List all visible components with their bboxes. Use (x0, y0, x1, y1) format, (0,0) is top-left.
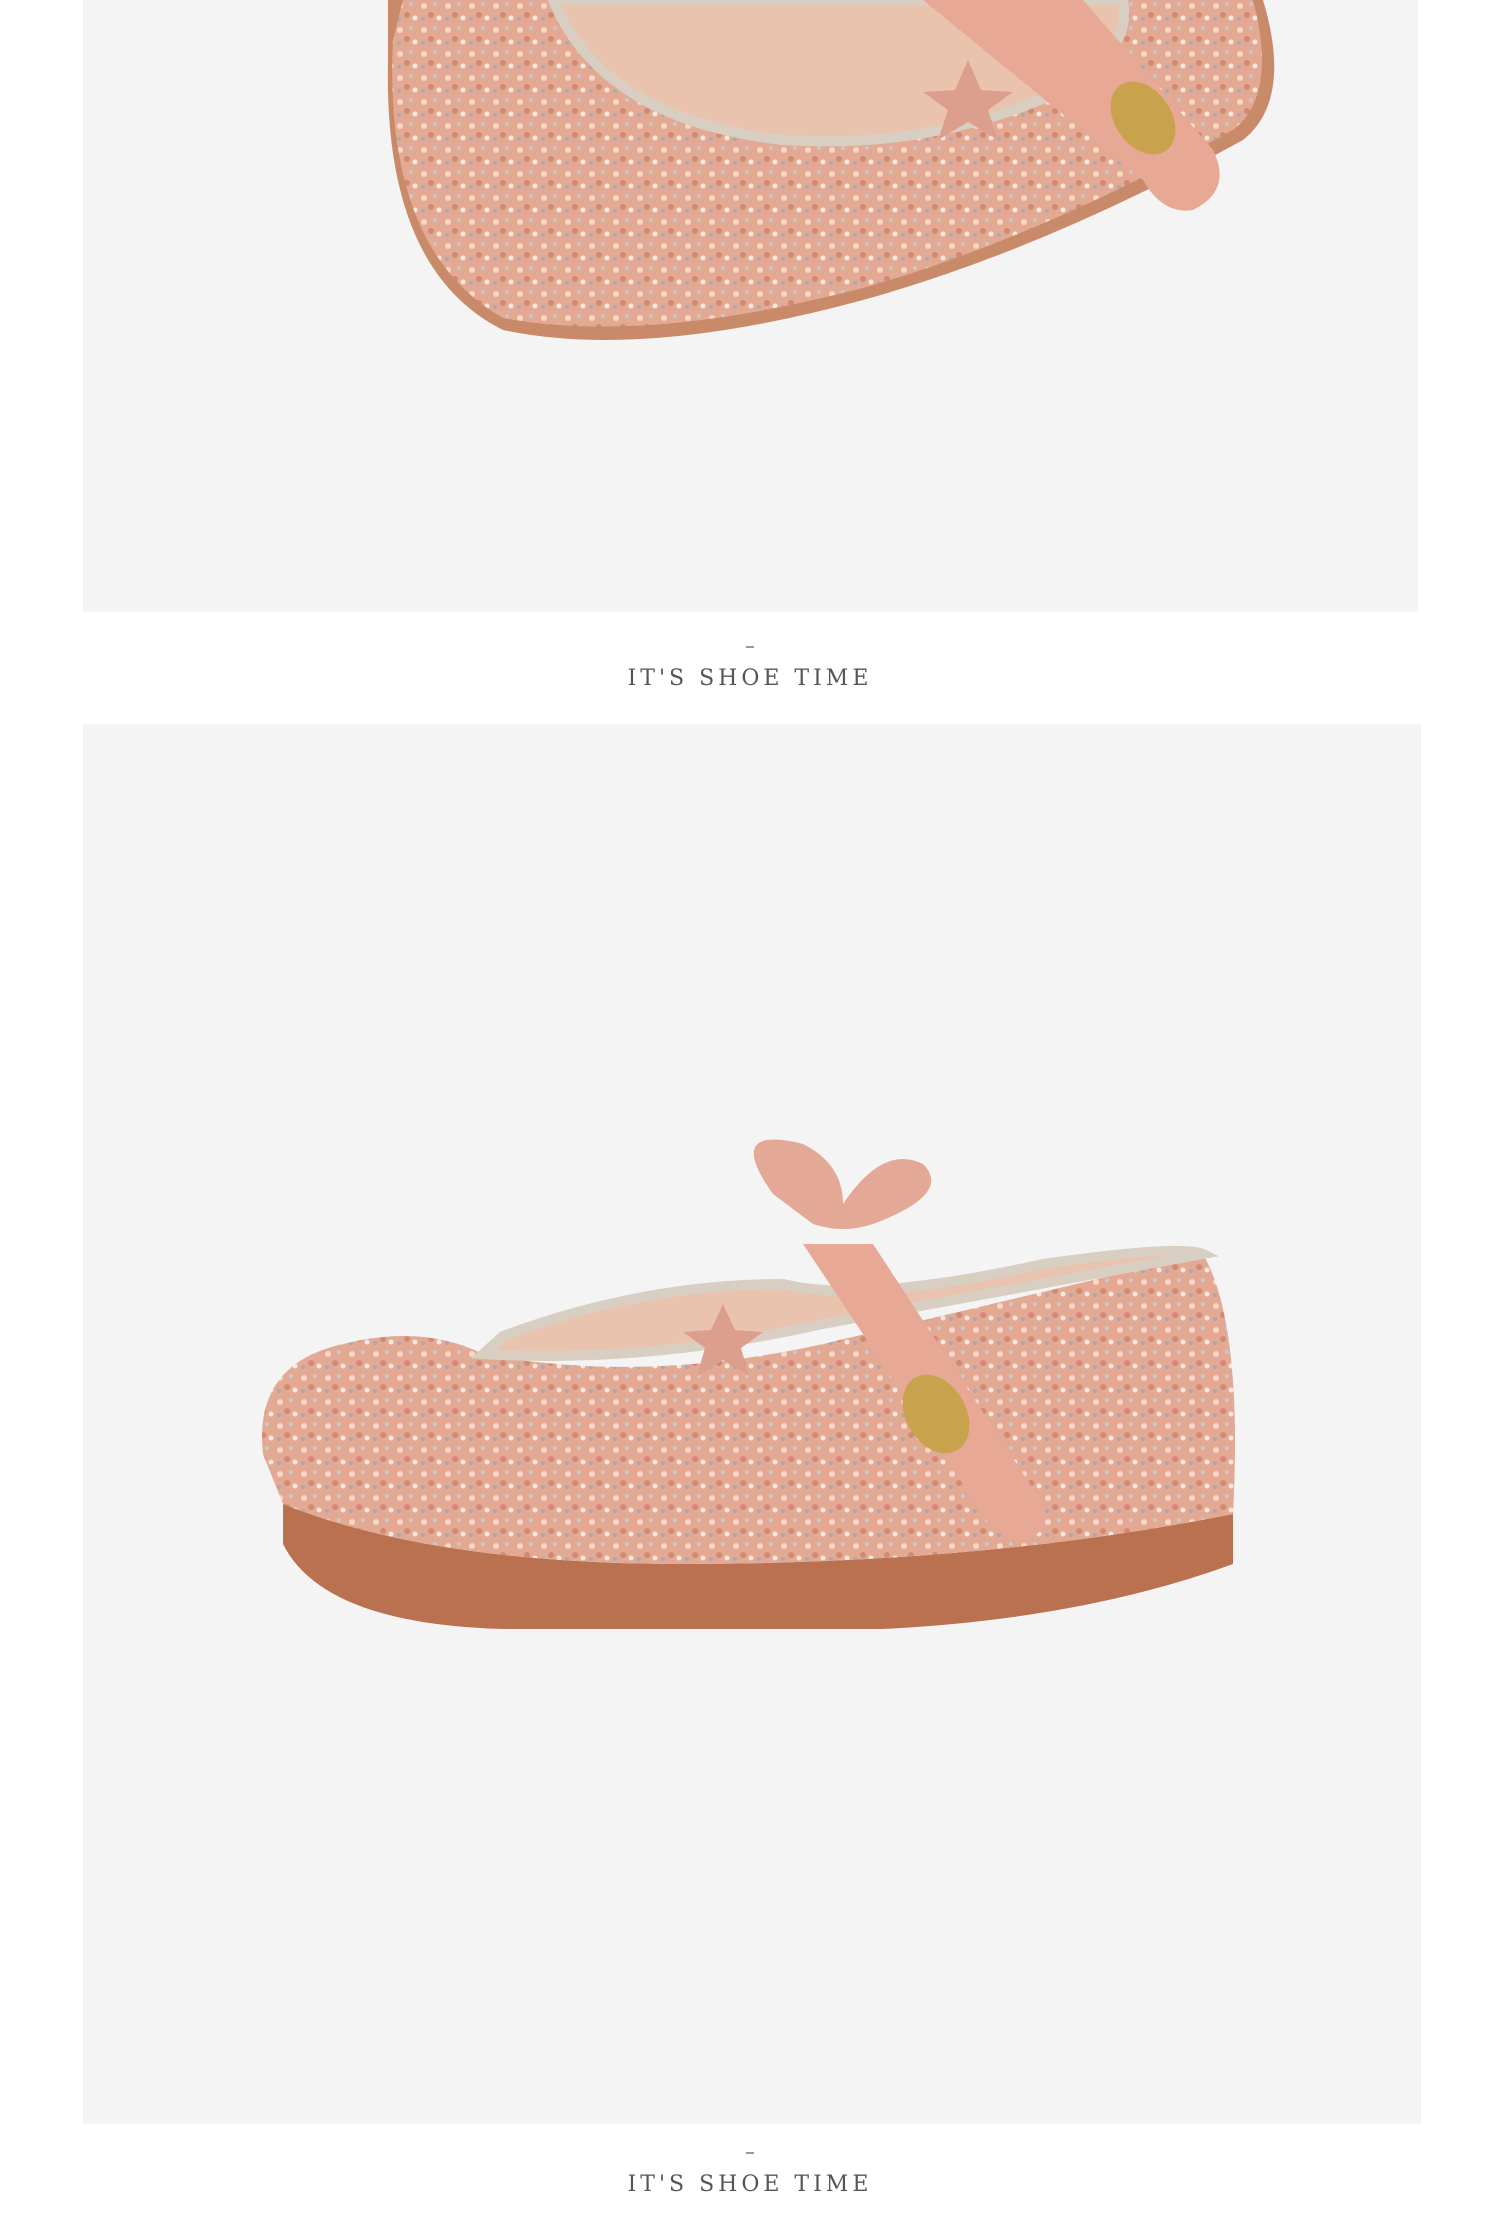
product-photo-bottom (83, 724, 1421, 2124)
caption-text: IT'S SHOE TIME (627, 666, 873, 691)
caption-text: IT'S SHOE TIME (627, 2172, 873, 2197)
shoe-side-view-image (262, 1139, 1235, 1629)
product-photo-top (83, 0, 1418, 612)
shoe-top-view-image (387, 0, 1275, 340)
section-caption: IT'S SHOE TIME (0, 646, 1500, 691)
section-caption: IT'S SHOE TIME (0, 2152, 1500, 2197)
caption-dash (746, 2152, 754, 2154)
caption-dash (746, 646, 754, 648)
